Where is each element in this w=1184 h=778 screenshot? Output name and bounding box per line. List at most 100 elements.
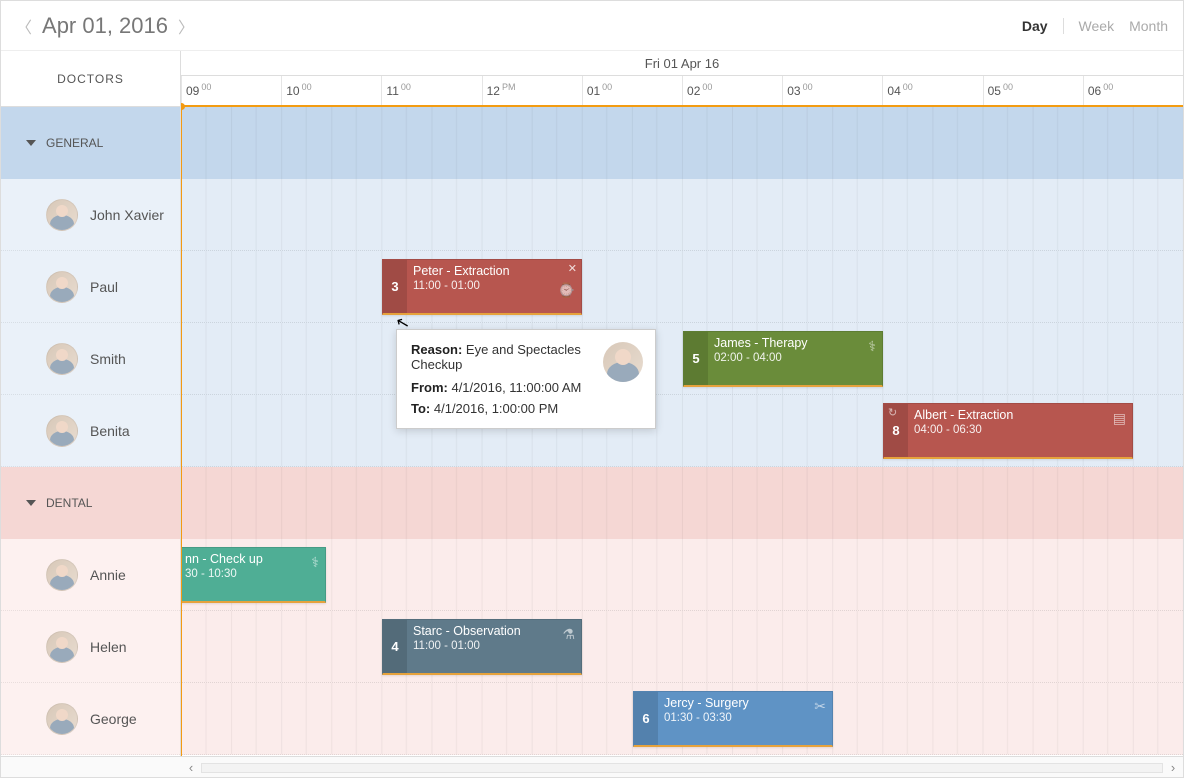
resource-row[interactable]: John Xavier <box>1 179 180 251</box>
hour-cell: 1100 <box>381 76 481 105</box>
scheduler: 〈 Apr 01, 2016 〉 Day Week Month DOCTORS … <box>0 0 1184 778</box>
appointment-badge: 5 <box>684 332 708 385</box>
prev-date-icon[interactable]: 〈 <box>16 14 32 38</box>
view-day[interactable]: Day <box>1022 18 1064 34</box>
appointment-type-icon: ⚕ <box>311 554 319 571</box>
resource-name: Smith <box>90 351 126 367</box>
appointment-badge: 6 <box>634 692 658 745</box>
appointment-badge: 3 <box>383 260 407 313</box>
grid-row <box>181 611 1183 683</box>
resource-row[interactable]: Helen <box>1 611 180 683</box>
avatar <box>46 343 78 375</box>
resource-name: Paul <box>90 279 118 295</box>
appointment-time: 30 - 10:30 <box>185 568 317 580</box>
resource-name: Benita <box>90 423 130 439</box>
appointment-title: James - Therapy <box>714 336 874 350</box>
group-header-dental[interactable]: DENTAL <box>1 467 180 539</box>
resource-row[interactable]: Annie <box>1 539 180 611</box>
hour-cell: 0400 <box>882 76 982 105</box>
appointment-time: 11:00 - 01:00 <box>413 640 573 652</box>
avatar <box>46 415 78 447</box>
hour-cell: 1000 <box>281 76 381 105</box>
hour-cell: 0500 <box>983 76 1083 105</box>
view-switcher: Day Week Month <box>1022 18 1168 34</box>
tooltip-to-label: To: <box>411 401 430 416</box>
scroll-track[interactable] <box>201 763 1163 773</box>
tooltip-from: 4/1/2016, 11:00:00 AM <box>451 380 581 395</box>
grid-row <box>181 107 1183 179</box>
scroll-left-icon[interactable]: ‹ <box>181 760 201 775</box>
resource-name: Annie <box>90 567 126 583</box>
appointment-title: Jercy - Surgery <box>664 696 824 710</box>
appointment-type-icon: ▤ <box>1113 410 1126 427</box>
horizontal-scrollbar[interactable]: ‹ › <box>1 756 1183 778</box>
resource-row[interactable]: Smith <box>1 323 180 395</box>
hour-cell: 0300 <box>782 76 882 105</box>
resource-name: Helen <box>90 639 127 655</box>
resource-name: John Xavier <box>90 207 164 223</box>
avatar <box>46 703 78 735</box>
avatar <box>46 271 78 303</box>
resource-row[interactable]: George <box>1 683 180 755</box>
hour-cell: 0900 <box>181 76 281 105</box>
appointment-time: 02:00 - 04:00 <box>714 352 874 364</box>
view-week[interactable]: Week <box>1079 18 1115 34</box>
appointment-checkup[interactable]: nn - Check up 30 - 10:30 ⚕ <box>181 547 326 603</box>
avatar <box>603 342 643 382</box>
group-label: GENERAL <box>46 136 103 150</box>
appointment-title: nn - Check up <box>185 552 317 566</box>
hour-cell: 0200 <box>682 76 782 105</box>
grid-row <box>181 539 1183 611</box>
time-header: Fri 01 Apr 16 0900 1000 1100 12PM 0100 0… <box>181 51 1183 107</box>
appointment-jercy[interactable]: 6 Jercy - Surgery 01:30 - 03:30 ✂ <box>633 691 833 747</box>
appointment-time: 04:00 - 06:30 <box>914 424 1124 436</box>
appointment-title: Starc - Observation <box>413 624 573 638</box>
group-header-general[interactable]: GENERAL <box>1 107 180 179</box>
appointment-starc[interactable]: 4 Starc - Observation 11:00 - 01:00 ⚗ <box>382 619 582 675</box>
close-icon[interactable]: ✕ <box>568 262 577 275</box>
main-grid: DOCTORS GENERAL John Xavier Paul Smith B… <box>1 51 1183 756</box>
current-date[interactable]: Apr 01, 2016 <box>42 13 168 39</box>
scroll-right-icon[interactable]: › <box>1163 760 1183 775</box>
grid-body[interactable]: 3 Peter - Extraction 11:00 - 01:00 ✕ ⌚ 5… <box>181 107 1183 756</box>
next-date-icon[interactable]: 〉 <box>178 14 194 38</box>
group-label: DENTAL <box>46 496 92 510</box>
view-month[interactable]: Month <box>1129 18 1168 34</box>
appointment-type-icon: ⚕ <box>868 338 876 355</box>
avatar <box>46 559 78 591</box>
chevron-down-icon <box>26 500 36 506</box>
appointment-type-icon: ⌚ <box>558 282 575 299</box>
grid-row <box>181 323 1183 395</box>
appointment-title: Albert - Extraction <box>914 408 1124 422</box>
recurrence-icon: ↻ <box>888 406 897 419</box>
resource-name: George <box>90 711 137 727</box>
grid-row <box>181 251 1183 323</box>
topbar: 〈 Apr 01, 2016 〉 Day Week Month <box>1 1 1183 51</box>
grid-row <box>181 467 1183 539</box>
sidebar-title: DOCTORS <box>1 51 180 107</box>
appointment-james[interactable]: 5 James - Therapy 02:00 - 04:00 ⚕ <box>683 331 883 387</box>
avatar <box>46 199 78 231</box>
hour-cell: 0100 <box>582 76 682 105</box>
appointment-albert[interactable]: 8 Albert - Extraction 04:00 - 06:30 ↻ ▤ <box>883 403 1133 459</box>
resource-row[interactable]: Benita <box>1 395 180 467</box>
tooltip-from-label: From: <box>411 380 448 395</box>
day-header: Fri 01 Apr 16 <box>181 51 1183 76</box>
appointment-badge: 4 <box>383 620 407 673</box>
appointment-time: 01:30 - 03:30 <box>664 712 824 724</box>
hour-cell: 12PM <box>482 76 582 105</box>
tooltip-reason-label: Reason: <box>411 342 462 357</box>
appointment-title: Peter - Extraction <box>413 264 573 278</box>
appointment-type-icon: ✂ <box>814 698 826 715</box>
appointment-type-icon: ⚗ <box>562 626 575 643</box>
appointment-tooltip: Reason: Eye and Spectacles Checkup From:… <box>396 329 656 429</box>
current-time-line <box>181 107 182 756</box>
resource-row[interactable]: Paul <box>1 251 180 323</box>
date-nav: 〈 Apr 01, 2016 〉 <box>16 13 194 39</box>
appointment-time: 11:00 - 01:00 <box>413 280 573 292</box>
appointment-peter[interactable]: 3 Peter - Extraction 11:00 - 01:00 ✕ ⌚ <box>382 259 582 315</box>
hours-row: 0900 1000 1100 12PM 0100 0200 0300 0400 … <box>181 76 1183 105</box>
hour-cell: 0600 <box>1083 76 1183 105</box>
resource-sidebar: DOCTORS GENERAL John Xavier Paul Smith B… <box>1 51 181 756</box>
grid-row <box>181 179 1183 251</box>
